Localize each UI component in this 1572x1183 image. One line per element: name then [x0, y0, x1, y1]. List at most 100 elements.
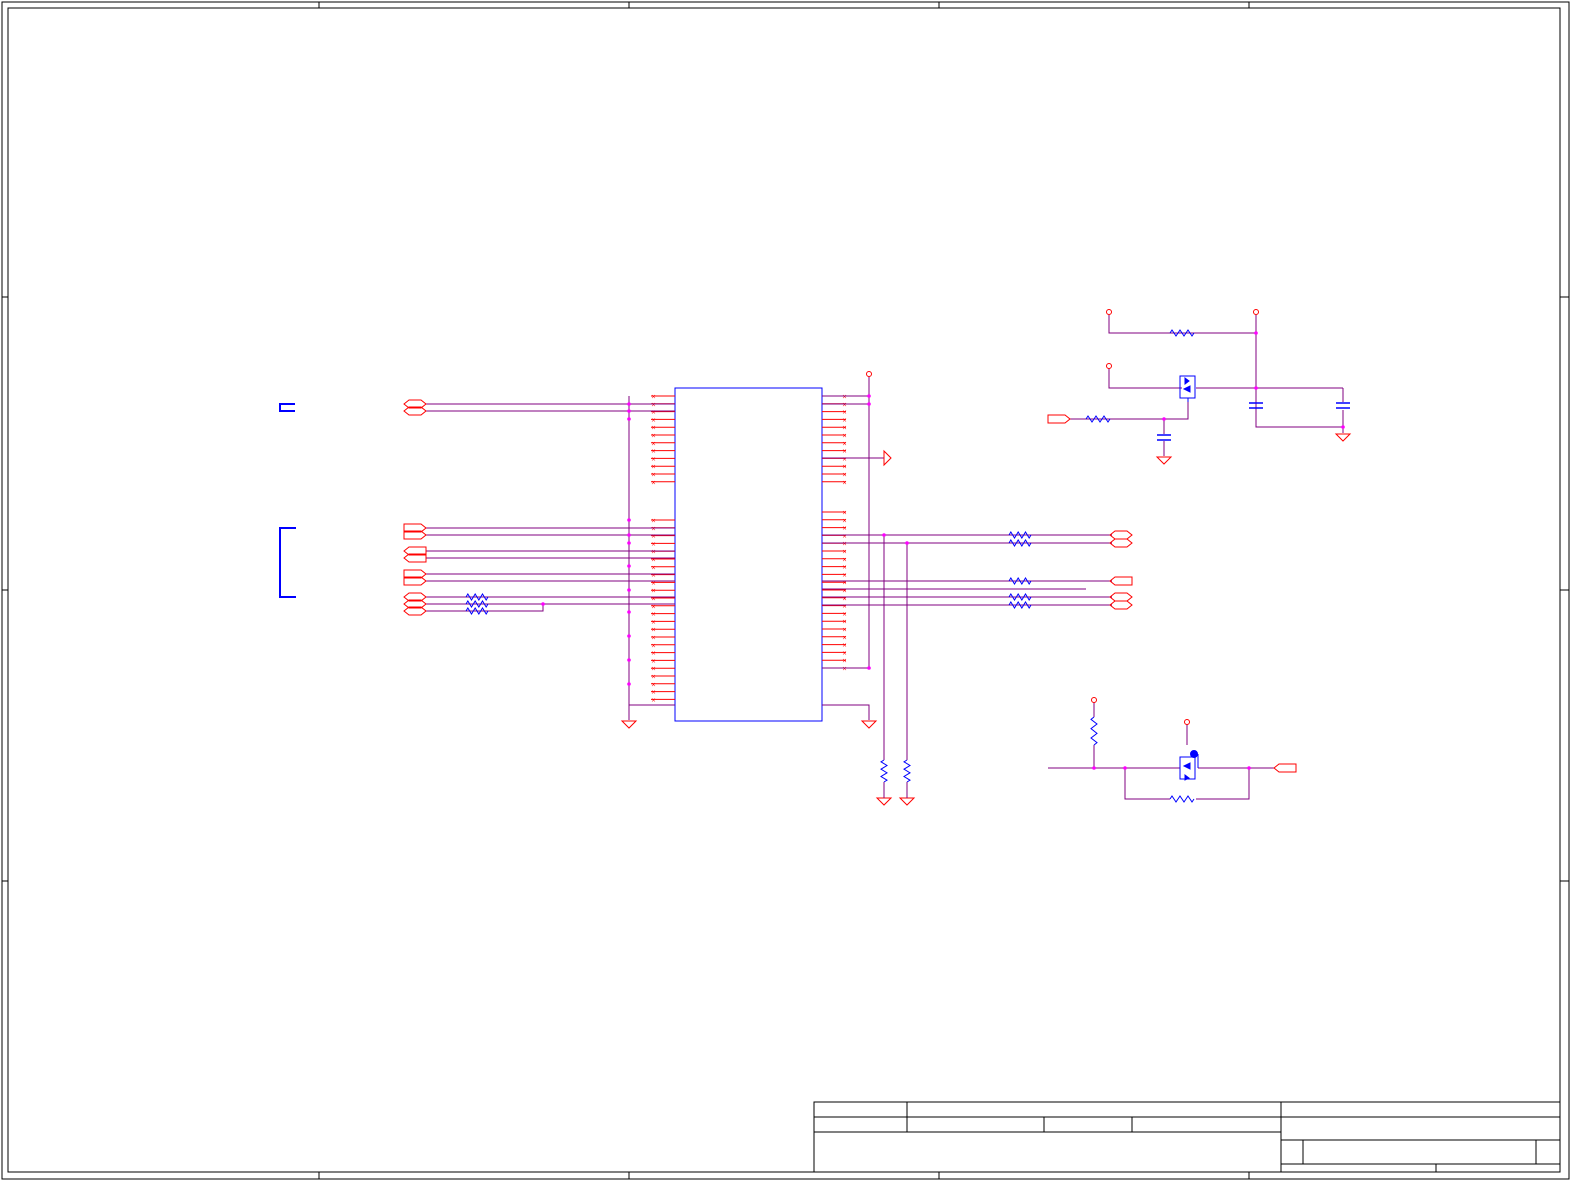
ground-symbol: [860, 720, 878, 729]
capacitors: [1157, 402, 1350, 441]
no-connect-mark: ×: [651, 448, 656, 455]
no-connect-mark: ×: [651, 666, 656, 673]
no-connect-mark: ×: [651, 464, 656, 471]
resistor: [1008, 539, 1032, 547]
no-connect-mark: ×: [651, 401, 656, 408]
junction-dot: [627, 417, 631, 421]
no-connect-mark: ×: [842, 572, 847, 579]
resistors: [465, 329, 1195, 803]
resistor: [1008, 601, 1032, 609]
junction-dot: [627, 564, 631, 568]
ground-symbol: [875, 797, 893, 806]
junction-dot: [627, 588, 631, 592]
power-rail-symbols: [866, 309, 1259, 725]
no-connect-mark: ×: [651, 689, 656, 696]
net-port: [1109, 530, 1133, 540]
no-connect-mark: ×: [842, 472, 847, 479]
net-port: [1109, 538, 1133, 548]
power-switch-mosfet: [1179, 375, 1196, 402]
no-connect-mark: ×: [651, 619, 656, 626]
junction-dot: [1247, 766, 1251, 770]
no-connect-mark: ×: [651, 433, 656, 440]
no-connect-mark: ×: [842, 603, 847, 610]
no-connect-mark: ×: [651, 627, 656, 634]
no-connect-mark: ×: [651, 611, 656, 618]
no-connect-mark: ×: [842, 517, 847, 524]
junction-dot: [867, 666, 871, 670]
no-connect-mark: ×: [651, 650, 656, 657]
sheet-border: [1, 1, 1570, 1180]
resistor: [1085, 415, 1111, 423]
junction-dot: [627, 402, 631, 406]
no-connect-mark: ×: [842, 448, 847, 455]
resistor: [1008, 577, 1032, 585]
junction-dot: [627, 634, 631, 638]
junction-dot: [1123, 766, 1127, 770]
net-port: [1273, 763, 1297, 773]
no-connect-mark: ×: [842, 440, 847, 447]
ground-symbols: [620, 433, 1352, 806]
no-connect-mark: ×: [842, 595, 847, 602]
resistor: [880, 759, 888, 783]
junction-dot: [627, 610, 631, 614]
junction-dot: [1254, 386, 1258, 390]
no-connect-mark: ×: [651, 394, 656, 401]
ground-symbol: [1155, 456, 1173, 465]
no-connect-mark: ×: [651, 417, 656, 424]
ground-symbol: [898, 797, 916, 806]
no-connect-mark: ×: [842, 541, 847, 548]
resistor: [465, 607, 489, 615]
junction-dot: [1254, 331, 1258, 335]
junction-dot: [1162, 417, 1166, 421]
no-connect-mark: ×: [842, 549, 847, 556]
no-connect-mark: ×: [842, 564, 847, 571]
no-connect-mark: ×: [842, 525, 847, 532]
no-connect-mark: ×: [651, 518, 656, 525]
connector-small: [279, 403, 295, 412]
no-connect-mark: ×: [651, 425, 656, 432]
no-connect-mark: ×: [651, 525, 656, 532]
resistor: [465, 593, 489, 601]
no-connect-mark: ×: [842, 650, 847, 657]
junction-dot: [867, 402, 871, 406]
junction-dot: [627, 409, 631, 413]
resistor: [903, 759, 911, 783]
schematic-sheet: × × × × × × × × × × × × × × × × × × × × × × × × × × × × × × × × × × × × × × ×…: [0, 0, 1572, 1183]
resistor: [1169, 795, 1195, 803]
no-connect-mark: ×: [651, 409, 656, 416]
no-connect-mark: ×: [651, 588, 656, 595]
no-connect-mark: ×: [651, 635, 656, 642]
junction-dot: [627, 518, 631, 522]
net-port: [1109, 592, 1133, 602]
no-connect-mark: ×: [651, 658, 656, 665]
net-port: [1109, 600, 1133, 610]
no-connect-mark: ×: [651, 681, 656, 688]
no-connect-mark: ×: [651, 456, 656, 463]
no-connect-mark: ×: [842, 642, 847, 649]
no-connect-mark: ×: [842, 533, 847, 540]
resistor: [1090, 716, 1098, 746]
connector-large: [279, 527, 296, 598]
no-connect-mark: ×: [842, 456, 847, 463]
no-connect-mark: ×: [842, 401, 847, 408]
ground-symbol: [620, 720, 638, 729]
junction-dot: [627, 658, 631, 662]
no-connect-mark: ×: [842, 425, 847, 432]
junction-dot: [627, 682, 631, 686]
no-connect-mark: ×: [842, 556, 847, 563]
schematic-canvas: ×××××××××××××××××××××××××××××××××××× ×××…: [1, 1, 1570, 1180]
title-block: [813, 1101, 1561, 1173]
junction-dot: [1341, 425, 1345, 429]
power-flag: [883, 449, 892, 467]
no-connect-mark: ×: [842, 658, 847, 665]
no-connect-mark: ×: [842, 627, 847, 634]
no-connect-mark: ×: [651, 533, 656, 540]
no-connect-mark: ×: [651, 642, 656, 649]
junction-dot: [882, 533, 886, 537]
no-connect-mark: ×: [651, 549, 656, 556]
no-connect-mark: ×: [651, 472, 656, 479]
net-port: [1109, 576, 1133, 586]
no-connect-mark: ×: [651, 541, 656, 548]
no-connect-mark: ×: [651, 440, 656, 447]
resistor: [1008, 593, 1032, 601]
